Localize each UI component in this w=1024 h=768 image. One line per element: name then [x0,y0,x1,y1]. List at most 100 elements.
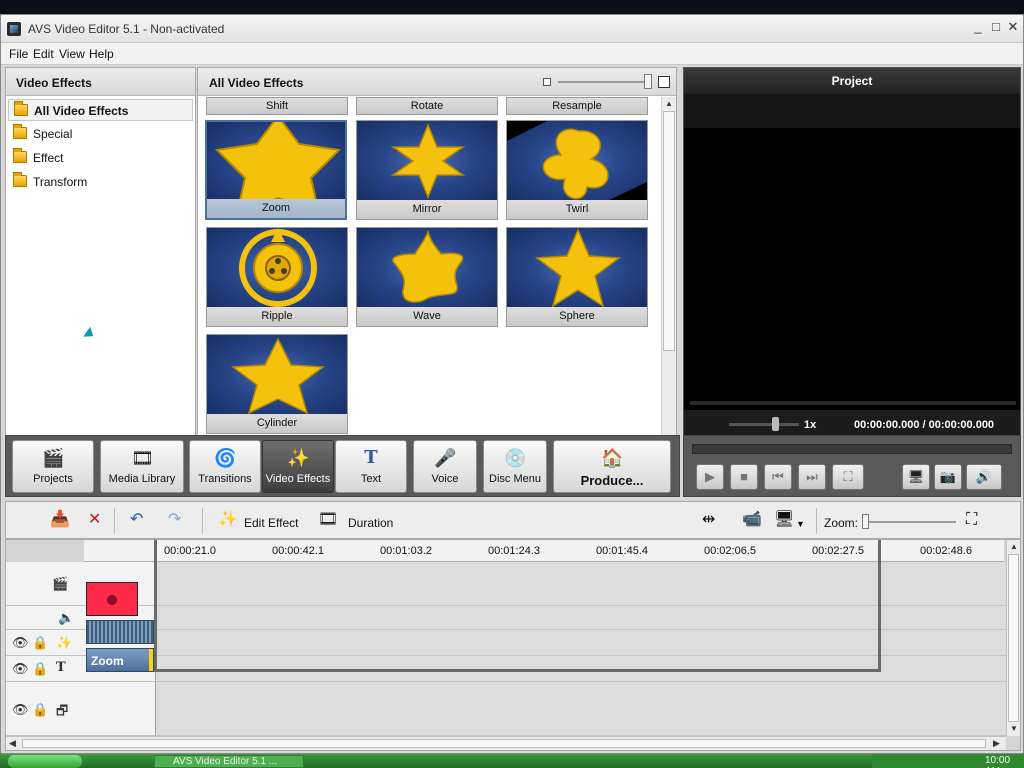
duration-button[interactable]: Duration [348,516,393,530]
effect-tile-twirl[interactable]: Twirl [506,120,648,220]
category-special[interactable]: Special [8,123,193,145]
lock-icon[interactable]: 🔒 [32,635,48,651]
webcam-icon[interactable]: 📹 [742,512,762,528]
playback-progress-bar[interactable] [692,444,1012,454]
play-button[interactable]: ▶ [696,464,724,490]
category-transform[interactable]: Transform [8,171,193,193]
eye-icon[interactable]: 👁 [12,635,29,651]
edit-effect-icon[interactable]: ✨ [218,512,238,528]
button-label: Voice [431,473,459,485]
produce-button[interactable]: 🏠 Produce... [553,440,671,493]
preview-seekbar[interactable] [690,401,1016,405]
monitor-button[interactable]: 🖥 [902,464,930,490]
scroll-right-icon[interactable]: ▶ [993,738,1000,749]
duration-icon[interactable]: 🎞 [318,512,338,528]
minimize-button[interactable]: _ [971,20,985,34]
fullscreen-button[interactable]: ⛶ [832,464,864,490]
playback-speed-track[interactable] [729,423,799,426]
speaker-icon: 🔈 [58,610,75,625]
effect-tile-sphere[interactable]: Sphere [506,227,648,327]
scroll-up-icon[interactable]: ▲ [665,99,673,108]
horizontal-scroll-thumb[interactable] [22,739,986,748]
effect-clip[interactable]: Zoom [86,648,154,672]
effect-tile-wave[interactable]: Wave [356,227,498,327]
undo-icon[interactable]: ↶ [130,512,143,528]
effect-tile-mirror[interactable]: Mirror [356,120,498,220]
split-icon[interactable]: ⇹ [702,512,715,528]
disc-menu-button[interactable]: 💿 Disc Menu [483,440,547,493]
voice-button[interactable]: 🎤 Voice [413,440,477,493]
thumbnail-size-track[interactable] [558,81,648,83]
previous-frame-button[interactable]: ⏮ [764,464,792,490]
projects-button[interactable]: 🎬 Projects [12,440,94,493]
menu-edit[interactable]: Edit [33,47,54,61]
video-lane [156,562,1006,606]
effects-category-panel: Video Effects All Video Effects Special … [5,67,196,447]
effect-tile-resample[interactable]: Resample [506,97,648,115]
menu-view[interactable]: View [59,47,85,61]
next-frame-button[interactable]: ⏭ [798,464,826,490]
scroll-left-icon[interactable]: ◀ [9,738,16,749]
timeline-zoom-slider[interactable] [862,514,869,529]
chevron-down-icon[interactable]: ▼ [796,516,805,532]
text-button[interactable]: T Text [335,440,407,493]
timeline-horizontal-scrollbar[interactable]: ◀ ▶ [6,736,1006,750]
insert-icon[interactable]: 📥 [50,512,70,528]
gallery-scrollbar[interactable]: ▲ ▼ [661,97,676,446]
audio-clip[interactable] [86,620,154,644]
playback-speed-slider[interactable] [772,417,779,431]
video-effects-button[interactable]: ✨ Video Effects [262,440,334,493]
effect-tile-ripple[interactable]: Ripple [206,227,348,327]
os-taskbar: AVS Video Editor 5.1 ... 10:00 AM [0,754,1024,768]
effect-tile-zoom[interactable]: Zoom [205,120,347,220]
ruler-tick: 00:02:48.6 [920,545,972,557]
effect-tile-shift[interactable]: Shift [206,97,348,115]
timeline-lanes[interactable] [156,562,1006,736]
effect-tile-cylinder[interactable]: Cylinder [206,334,348,434]
eye-icon[interactable]: 👁 [12,661,29,677]
effects-gallery: All Video Effects Shift Rotate Resample … [197,67,677,447]
taskbar-app-button[interactable]: AVS Video Editor 5.1 ... [154,755,304,768]
app-logo-icon [7,22,21,36]
time-ruler[interactable]: 00:00:21.0 00:00:42.1 00:01:03.2 00:01:2… [84,540,1004,562]
maximize-button[interactable]: □ [989,20,1003,34]
close-button[interactable]: ✕ [1006,20,1020,34]
stop-button[interactable]: ■ [730,464,758,490]
produce-icon: 🏠 [601,448,624,468]
lock-icon[interactable]: 🔒 [32,661,48,677]
thumbnail-large-icon[interactable] [658,76,670,88]
toolbar-separator [816,508,817,534]
video-clip[interactable] [86,582,138,616]
folder-icon [13,172,27,187]
category-effect[interactable]: Effect [8,147,193,169]
snapshot-button[interactable]: 📷 [934,464,962,490]
media-library-button[interactable]: 🎞 Media Library [100,440,184,493]
scroll-up-icon[interactable]: ▲ [1010,542,1018,551]
gallery-scroll-thumb[interactable] [663,111,675,351]
timeline-zoom-track[interactable] [866,521,956,523]
thumbnail-size-slider[interactable] [644,74,652,89]
menu-file[interactable]: File [9,47,28,61]
transitions-button[interactable]: 🌀 Transitions [189,440,261,493]
vertical-scroll-thumb[interactable] [1008,554,1019,722]
fit-to-window-icon[interactable]: ⛶ [966,512,977,528]
effect-tile-rotate[interactable]: Rotate [356,97,498,115]
eye-icon[interactable]: 👁 [12,702,29,718]
delete-icon[interactable]: ✕ [88,512,101,528]
start-button[interactable] [8,755,82,768]
menu-help[interactable]: Help [89,47,114,61]
volume-button[interactable]: 🔊 [966,464,1002,490]
effect-label: Cylinder [207,414,347,433]
thumbnail-small-icon[interactable] [543,78,551,86]
redo-icon[interactable]: ↷ [168,512,181,528]
next-icon: ⏭ [806,469,818,484]
timeline-vertical-scrollbar[interactable]: ▲ ▼ [1006,540,1020,736]
category-label: Transform [33,175,88,189]
display-mode-icon[interactable]: 🖥 [774,512,794,528]
previous-icon: ⏮ [772,469,784,484]
star-cylinder-icon [230,337,326,415]
category-all-video-effects[interactable]: All Video Effects [8,99,193,121]
lock-icon[interactable]: 🔒 [32,702,48,718]
edit-effect-button[interactable]: Edit Effect [244,516,298,530]
scroll-down-icon[interactable]: ▼ [1010,724,1018,733]
